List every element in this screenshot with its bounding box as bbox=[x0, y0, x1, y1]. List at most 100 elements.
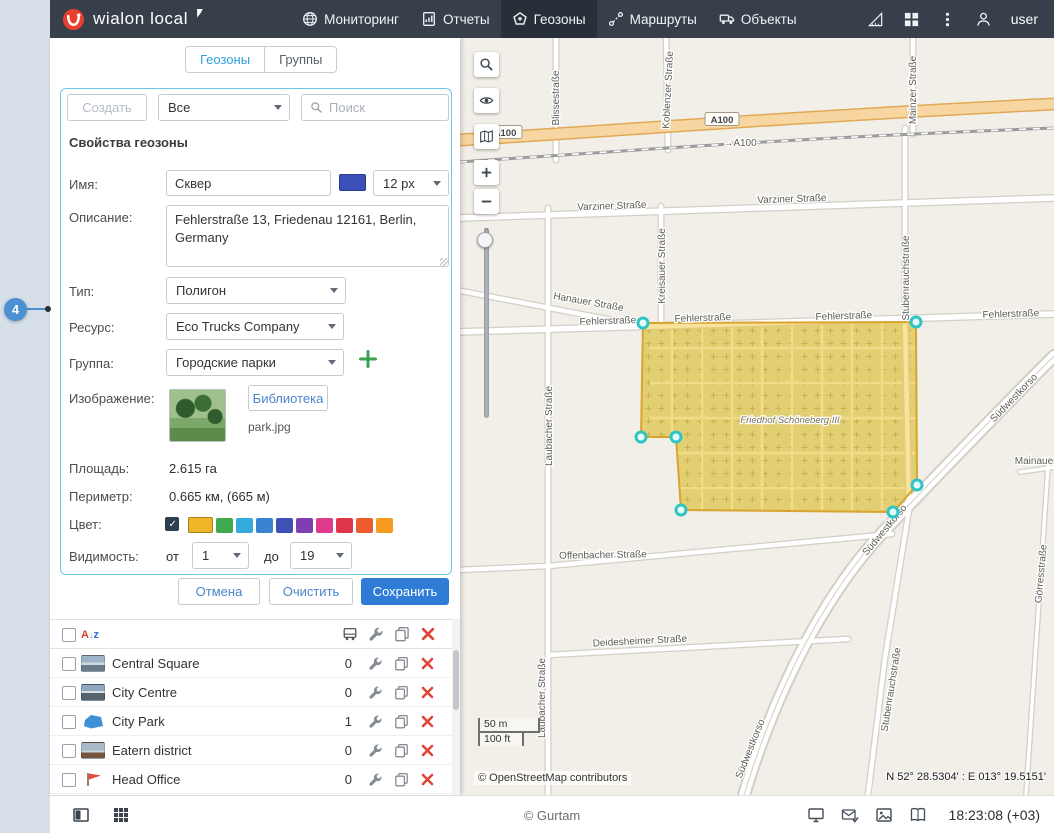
nav-reports[interactable]: Отчеты bbox=[410, 0, 501, 38]
edit-wrench-icon[interactable] bbox=[368, 714, 383, 729]
list-item[interactable]: Head Office0 bbox=[50, 765, 460, 794]
units-count: 0 bbox=[304, 765, 352, 794]
delete-icon[interactable] bbox=[420, 772, 435, 787]
list-scrollbar[interactable] bbox=[452, 619, 460, 795]
geofence-vertex-handle[interactable] bbox=[638, 318, 648, 328]
label-color-chip[interactable] bbox=[339, 174, 366, 191]
copy-icon[interactable] bbox=[394, 656, 409, 671]
list-item[interactable]: City Centre0 bbox=[50, 678, 460, 707]
color-swatch[interactable] bbox=[336, 518, 353, 533]
cancel-button[interactable]: Отмена bbox=[178, 578, 260, 605]
area-label: Площадь: bbox=[69, 461, 129, 476]
row-checkbox[interactable] bbox=[62, 715, 76, 729]
chevron-down-icon bbox=[330, 288, 338, 293]
color-swatch[interactable] bbox=[296, 518, 313, 533]
zoom-in-button[interactable] bbox=[474, 160, 499, 185]
resource-select[interactable]: Eco Trucks Company bbox=[166, 313, 344, 340]
sort-az-icon[interactable]: A↓z bbox=[81, 625, 99, 643]
select-all-checkbox[interactable] bbox=[62, 628, 76, 642]
save-button[interactable]: Сохранить bbox=[361, 578, 449, 605]
geofence-vertex-handle[interactable] bbox=[912, 480, 922, 490]
map-search-button[interactable] bbox=[474, 52, 499, 77]
row-checkbox[interactable] bbox=[62, 744, 76, 758]
geofence-vertex-handle[interactable] bbox=[888, 507, 898, 517]
scrollbar-thumb[interactable] bbox=[453, 650, 459, 710]
color-swatch[interactable] bbox=[376, 518, 393, 533]
map-canvas[interactable]: BlissestraßeKoblenzer StraßeMainzer Stra… bbox=[460, 38, 1054, 795]
edit-wrench-icon[interactable] bbox=[368, 772, 383, 787]
clear-button[interactable]: Очистить bbox=[269, 578, 353, 605]
description-textarea[interactable]: Fehlerstraße 13, Friedenau 12161, Berlin… bbox=[166, 205, 449, 267]
image-icon[interactable] bbox=[875, 806, 893, 824]
color-swatch[interactable] bbox=[188, 517, 213, 533]
copy-icon[interactable] bbox=[394, 685, 409, 700]
copy-icon[interactable] bbox=[394, 772, 409, 787]
library-button[interactable]: Библиотека bbox=[248, 385, 328, 411]
monitor-icon[interactable] bbox=[807, 806, 825, 824]
user-icon[interactable] bbox=[975, 11, 992, 28]
create-button[interactable]: Создать bbox=[67, 94, 147, 121]
nav-geofences[interactable]: Геозоны bbox=[501, 0, 597, 38]
edit-wrench-icon[interactable] bbox=[368, 743, 383, 758]
geofence-vertex-handle[interactable] bbox=[911, 317, 921, 327]
zoom-slider-track[interactable] bbox=[484, 228, 489, 418]
resize-grip-icon[interactable] bbox=[440, 258, 448, 266]
font-size-select[interactable]: 12 px bbox=[373, 170, 449, 196]
color-swatch[interactable] bbox=[316, 518, 333, 533]
kebab-menu-icon[interactable] bbox=[939, 11, 956, 28]
username[interactable]: user bbox=[1011, 11, 1038, 27]
color-swatch[interactable] bbox=[276, 518, 293, 533]
edit-wrench-icon[interactable] bbox=[368, 685, 383, 700]
add-group-plus-icon[interactable] bbox=[357, 348, 379, 370]
zoom-slider-handle[interactable] bbox=[477, 232, 493, 248]
type-select[interactable]: Полигон bbox=[166, 277, 346, 304]
row-checkbox[interactable] bbox=[62, 686, 76, 700]
delete-icon[interactable] bbox=[420, 714, 435, 729]
delete-icon[interactable] bbox=[420, 685, 435, 700]
row-checkbox[interactable] bbox=[62, 657, 76, 671]
copy-icon[interactable] bbox=[394, 714, 409, 729]
color-checkbox[interactable] bbox=[165, 517, 179, 531]
geofence-vertex-handle[interactable] bbox=[636, 432, 646, 442]
search-input[interactable] bbox=[329, 100, 440, 115]
delete-all-icon[interactable] bbox=[420, 626, 436, 642]
visibility-from-select[interactable]: 1 bbox=[192, 542, 249, 569]
ruler-icon[interactable] bbox=[867, 11, 884, 28]
map-visibility-button[interactable] bbox=[474, 88, 499, 113]
units-column-icon[interactable] bbox=[342, 626, 358, 642]
map-area[interactable]: BlissestraßeKoblenzer StraßeMainzer Stra… bbox=[460, 38, 1054, 795]
map-layers-button[interactable] bbox=[474, 124, 499, 149]
row-checkbox[interactable] bbox=[62, 773, 76, 787]
tab-groups[interactable]: Группы bbox=[264, 47, 336, 72]
journal-icon[interactable] bbox=[909, 806, 927, 824]
color-swatch[interactable] bbox=[356, 518, 373, 533]
nav-monitoring[interactable]: Мониторинг bbox=[291, 0, 410, 38]
color-swatch[interactable] bbox=[216, 518, 233, 533]
delete-icon[interactable] bbox=[420, 656, 435, 671]
visibility-to-select[interactable]: 19 bbox=[290, 542, 352, 569]
geofence-vertex-handle[interactable] bbox=[671, 432, 681, 442]
group-select[interactable]: Городские парки bbox=[166, 349, 344, 376]
nav-units[interactable]: Объекты bbox=[708, 0, 808, 38]
list-item[interactable]: Eatern district0 bbox=[50, 736, 460, 765]
list-item[interactable]: City Park1 bbox=[50, 707, 460, 736]
edit-wrench-icon[interactable] bbox=[368, 656, 383, 671]
tab-geofences[interactable]: Геозоны bbox=[186, 47, 264, 72]
filter-select[interactable]: Все bbox=[158, 94, 290, 121]
apps-grid-icon[interactable] bbox=[903, 11, 920, 28]
geofence-vertex-handle[interactable] bbox=[676, 505, 686, 515]
zoom-out-button[interactable] bbox=[474, 189, 499, 214]
nav-routes[interactable]: Маршруты bbox=[597, 0, 708, 38]
name-input[interactable] bbox=[166, 170, 331, 196]
list-item[interactable]: Central Square0 bbox=[50, 649, 460, 678]
visibility-label: Видимость: bbox=[69, 549, 139, 564]
wialon-logo[interactable]: wialon local bbox=[50, 8, 203, 31]
delete-icon[interactable] bbox=[420, 743, 435, 758]
color-swatch[interactable] bbox=[236, 518, 253, 533]
edit-all-wrench-icon[interactable] bbox=[368, 626, 384, 642]
color-swatch[interactable] bbox=[256, 518, 273, 533]
copy-icon[interactable] bbox=[394, 743, 409, 758]
geofence-image-thumbnail[interactable] bbox=[169, 389, 226, 442]
copy-all-icon[interactable] bbox=[394, 626, 410, 642]
mail-check-icon[interactable] bbox=[841, 806, 859, 824]
